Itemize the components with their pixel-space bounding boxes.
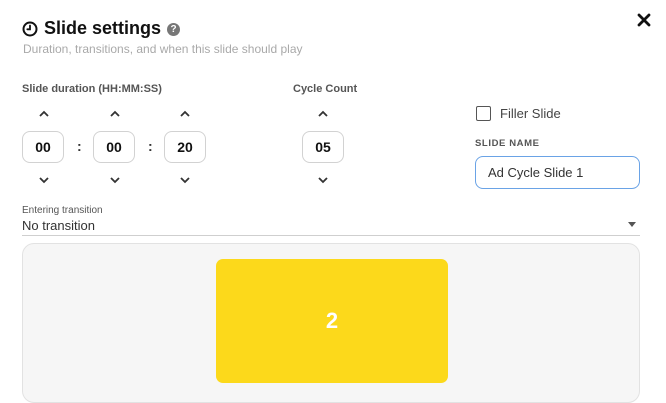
- seconds-decrement-chevron-down-icon[interactable]: [178, 175, 192, 185]
- transition-label: Entering transition: [22, 205, 103, 216]
- cycle-count-label: Cycle Count: [293, 83, 358, 95]
- dialog-title: Slide settings: [44, 18, 162, 38]
- filler-slide-label: Filler Slide: [500, 106, 561, 121]
- help-icon[interactable]: ?: [167, 22, 181, 36]
- slide-number: 2: [325, 308, 339, 333]
- caret-down-icon[interactable]: [628, 222, 636, 227]
- filler-slide-checkbox[interactable]: [476, 106, 491, 121]
- slide-preview-panel: 2: [22, 243, 640, 403]
- transition-select-value[interactable]: No transition: [22, 218, 95, 233]
- time-separator: :: [77, 138, 82, 154]
- time-separator: :: [148, 138, 153, 154]
- hours-increment-chevron-up-icon[interactable]: [37, 109, 51, 119]
- slide-thumbnail[interactable]: 2: [216, 259, 448, 383]
- dialog-header: Slide settings ?: [22, 18, 181, 39]
- cycle-decrement-chevron-down-icon[interactable]: [316, 175, 330, 185]
- transition-select-underline: [22, 235, 640, 236]
- minutes-increment-chevron-up-icon[interactable]: [108, 109, 122, 119]
- close-icon[interactable]: [636, 12, 652, 28]
- cycle-count-field[interactable]: 05: [302, 131, 344, 163]
- clock-icon: [22, 21, 38, 36]
- seconds-increment-chevron-up-icon[interactable]: [178, 109, 192, 119]
- hours-field[interactable]: 00: [22, 131, 64, 163]
- seconds-field[interactable]: 20: [164, 131, 206, 163]
- slide-name-input[interactable]: [475, 156, 640, 189]
- duration-label: Slide duration (HH:MM:SS): [22, 83, 162, 95]
- dialog-subtitle: Duration, transitions, and when this sli…: [23, 42, 303, 56]
- hours-decrement-chevron-down-icon[interactable]: [37, 175, 51, 185]
- minutes-field[interactable]: 00: [93, 131, 135, 163]
- minutes-decrement-chevron-down-icon[interactable]: [108, 175, 122, 185]
- cycle-increment-chevron-up-icon[interactable]: [316, 109, 330, 119]
- slide-name-label: SLIDE NAME: [475, 138, 540, 149]
